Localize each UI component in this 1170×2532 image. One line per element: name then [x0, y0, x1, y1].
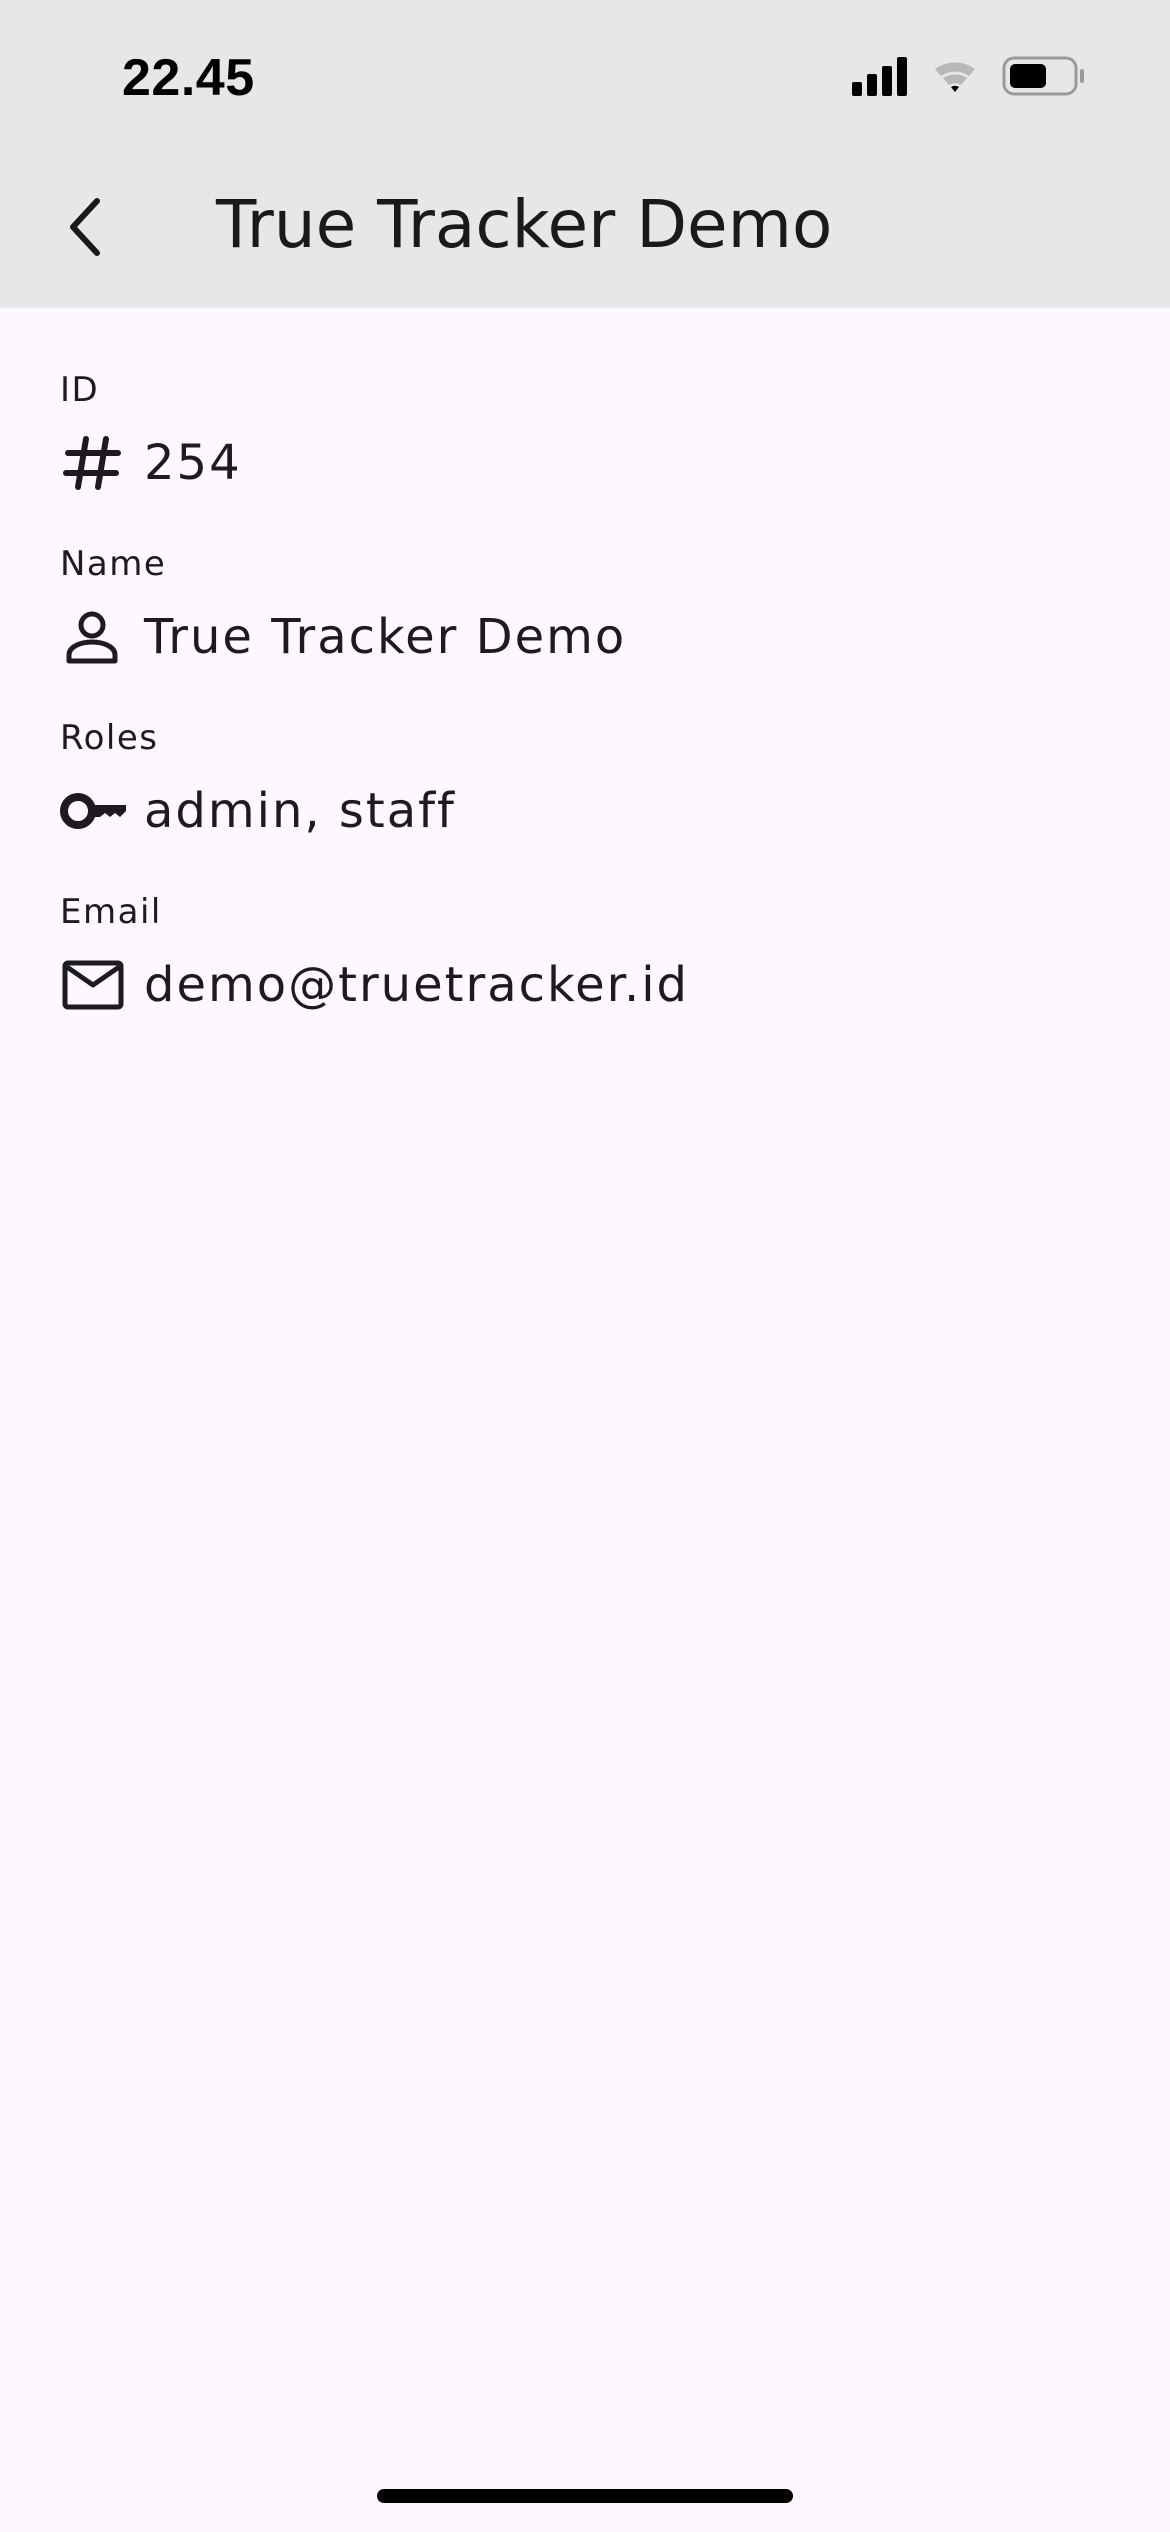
hash-icon [60, 427, 132, 499]
field-value-id: 254 [144, 435, 242, 491]
status-icons-svg [852, 56, 1084, 96]
status-time: 22.45 [122, 49, 255, 107]
app-bar: True Tracker Demo [0, 142, 1170, 308]
field-label-id: ID [60, 370, 100, 410]
back-button[interactable] [40, 182, 130, 272]
field-label-email: Email [60, 892, 162, 932]
field-roles: Roles admin, staff [60, 716, 1110, 856]
status-icons [852, 52, 1092, 102]
chevron-left-icon [70, 198, 100, 256]
cellular-signal-icon [852, 57, 907, 96]
page-title: True Tracker Demo [216, 186, 833, 263]
field-row-email: demo@truetracker.id [60, 940, 1110, 1030]
field-label-name: Name [60, 544, 167, 584]
field-row-name: True Tracker Demo [60, 592, 1110, 682]
field-value-roles: admin, staff [144, 783, 456, 839]
field-row-id: 254 [60, 418, 1110, 508]
field-name: Name True Tracker Demo [60, 542, 1110, 682]
field-value-email: demo@truetracker.id [144, 957, 689, 1013]
home-indicator[interactable] [377, 2489, 793, 2503]
status-bar: 22.45 [0, 0, 1170, 142]
field-label-roles: Roles [60, 718, 159, 758]
field-value-name: True Tracker Demo [144, 609, 627, 665]
battery-icon [1002, 56, 1084, 96]
field-row-roles: admin, staff [60, 766, 1110, 856]
mail-icon [60, 949, 132, 1021]
key-icon [60, 775, 132, 847]
wifi-icon [935, 62, 975, 92]
person-icon [60, 601, 132, 673]
field-email: Email demo@truetracker.id [60, 890, 1110, 1030]
field-id: ID 254 [60, 368, 1110, 508]
